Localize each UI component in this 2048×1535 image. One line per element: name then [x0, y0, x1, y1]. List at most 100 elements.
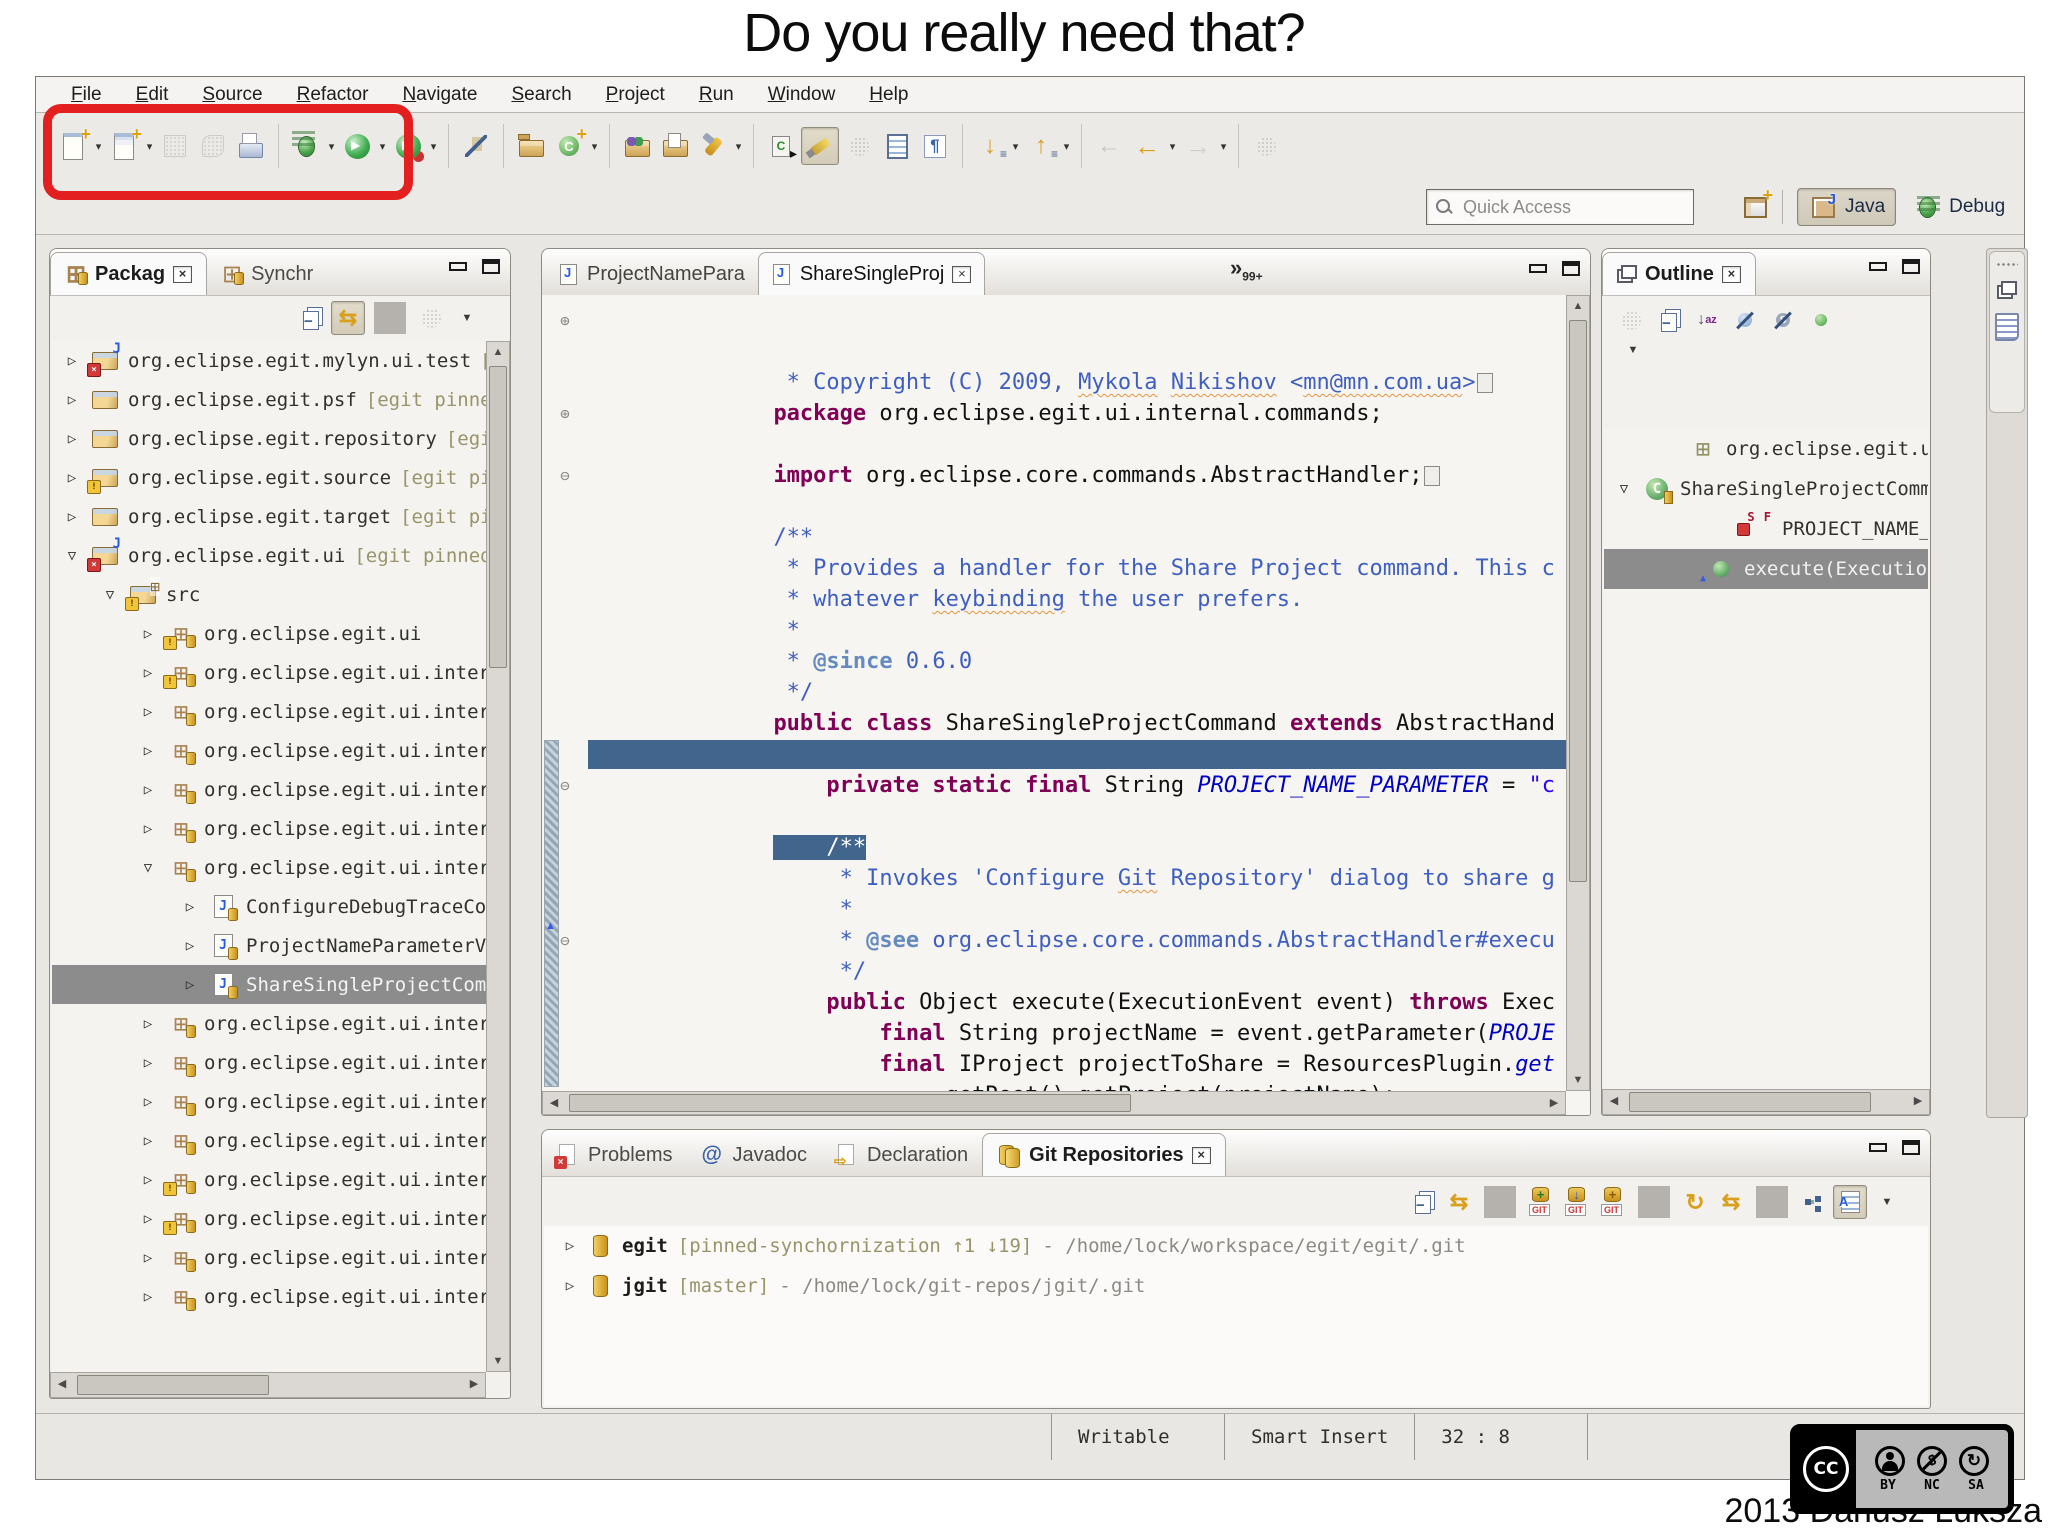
code-line[interactable]: ⊖ public Object execute(ExecutionEvent e… — [542, 925, 1566, 1015]
tree-item[interactable]: ▷ org.eclipse.egit.ui.internal.c — [52, 1160, 486, 1199]
code-line[interactable] — [542, 429, 1566, 460]
new-wizard-icon[interactable] — [106, 124, 142, 164]
scrollbar-thumb[interactable] — [489, 366, 507, 668]
open-resource-icon[interactable] — [657, 128, 693, 164]
tree-item[interactable]: ▷ org.eclipse.egit.ui.internal.l — [52, 731, 486, 770]
save-icon[interactable] — [157, 128, 193, 164]
editor-tab[interactable]: ShareSingleProj × — [757, 252, 986, 295]
tree-item[interactable]: ▷ org.eclipse.egit.ui.internal.l — [52, 770, 486, 809]
tree-item[interactable]: ▷ org.eclipse.egit.ui.internal.a — [52, 692, 486, 731]
view-menu-icon[interactable] — [1619, 338, 1647, 362]
collapse-all-icon[interactable] — [1407, 1186, 1439, 1218]
outline-item[interactable]: ▽ ShareSingleProjectComman — [1604, 469, 1928, 509]
tree-item[interactable]: ▷ org.eclipse.egit.ui.internal.t — [52, 1238, 486, 1277]
tree-item[interactable]: ▷ org.eclipse.egit.repository [egit pinn… — [52, 419, 486, 458]
separator[interactable] — [374, 302, 406, 334]
view-tab[interactable]: Declaration × — [821, 1134, 982, 1176]
vertical-scrollbar[interactable]: ▲ ▼ — [486, 341, 510, 1372]
debug-perspective-button[interactable]: Debug — [1902, 189, 2015, 225]
code-line[interactable]: final String projectName = event.getPara… — [542, 956, 1566, 1046]
maximize-icon[interactable] — [1902, 259, 1920, 274]
fold-marker-icon[interactable] — [542, 522, 588, 553]
show-whitespace-icon[interactable] — [917, 128, 953, 164]
code-line[interactable]: * Provides a handler for the Share Proje… — [542, 491, 1566, 581]
outline-item[interactable]: PROJECT_NAME_PARAMETE — [1604, 509, 1928, 549]
expand-arrow-icon[interactable]: ▷ — [180, 938, 200, 954]
hide-fields-icon[interactable] — [1729, 304, 1761, 336]
code-line[interactable]: ⊕ * Copyright (C) 2009, Mykola Nikishov … — [542, 305, 1566, 395]
commit-message-icon[interactable] — [1833, 1185, 1867, 1219]
fold-marker-icon[interactable]: ⊕ — [542, 305, 588, 336]
dropdown-caret-icon[interactable]: ▾ — [376, 140, 389, 153]
expand-arrow-icon[interactable]: ▷ — [62, 392, 82, 408]
fold-marker-icon[interactable] — [542, 336, 588, 367]
new-java-project-icon[interactable] — [513, 128, 549, 164]
hide-static-icon[interactable] — [1767, 304, 1799, 336]
tree-item[interactable]: ▷ org.eclipse.egit.ui — [52, 614, 486, 653]
fold-marker-icon[interactable] — [542, 708, 588, 739]
code-line[interactable]: IWorkbench workbench = HandlerUtil.getAc… — [542, 1049, 1566, 1080]
tree-item[interactable]: ▷ org.eclipse.egit.ui.internal.c — [52, 1004, 486, 1043]
tree-item[interactable]: ▷ org.eclipse.egit.psf [egit pinned-sync… — [52, 380, 486, 419]
editor-overflow-chevron[interactable]: »99+ — [1230, 255, 1263, 283]
open-type-icon[interactable] — [619, 128, 655, 164]
menu-item[interactable]: File — [56, 82, 117, 108]
view-tab[interactable]: Outline × — [1602, 252, 1756, 295]
last-edit-location-icon[interactable] — [1091, 128, 1127, 164]
fetch-push-icon[interactable] — [1715, 1186, 1747, 1218]
save-all-icon[interactable] — [195, 128, 231, 164]
expand-arrow-icon[interactable]: ▷ — [138, 704, 158, 720]
expand-arrow-icon[interactable]: ▷ — [138, 782, 158, 798]
menu-item[interactable]: Navigate — [387, 82, 492, 108]
expand-arrow-icon[interactable]: ▷ — [62, 509, 82, 525]
open-perspective-icon[interactable] — [1737, 185, 1773, 225]
editor-tab[interactable]: ProjectNamePara × — [546, 253, 758, 295]
breadcrumb-icon[interactable] — [763, 128, 799, 164]
show-source-icon[interactable] — [879, 128, 915, 164]
close-icon[interactable]: × — [173, 265, 193, 283]
drag-handle[interactable] — [1996, 262, 2018, 267]
close-icon[interactable]: × — [1191, 1146, 1211, 1164]
expand-arrow-icon[interactable]: ▷ — [138, 1055, 158, 1071]
horizontal-scrollbar[interactable]: ◀ ▶ — [542, 1091, 1566, 1115]
scroll-left-icon[interactable]: ◀ — [543, 1092, 565, 1114]
minimize-icon[interactable] — [1868, 1141, 1887, 1155]
fold-marker-icon[interactable] — [542, 553, 588, 584]
code-area[interactable]: ⊕ * Copyright (C) 2009, Mykola Nikishov … — [542, 305, 1566, 1091]
scroll-right-icon[interactable]: ▶ — [463, 1373, 485, 1397]
dropdown-caret-icon[interactable]: ▾ — [732, 140, 745, 153]
dropdown-caret-icon[interactable]: ▾ — [1060, 140, 1073, 153]
focus-icon[interactable] — [1615, 304, 1647, 336]
tree-item[interactable]: ▷ ProjectNameParameterValues — [52, 926, 486, 965]
expand-arrow-icon[interactable]: ▷ — [138, 1094, 158, 1110]
scroll-up-icon[interactable]: ▲ — [1567, 296, 1589, 316]
fold-marker-icon[interactable] — [542, 646, 588, 677]
expand-arrow-icon[interactable]: ▷ — [180, 899, 200, 915]
code-line[interactable]: ⊕ import org.eclipse.core.commands.Abstr… — [542, 398, 1566, 488]
scroll-left-icon[interactable]: ◀ — [51, 1373, 73, 1397]
view-tab[interactable]: Javadoc × — [686, 1134, 821, 1176]
expand-arrow-icon[interactable]: ▷ — [560, 1278, 580, 1294]
maximize-icon[interactable] — [482, 259, 500, 274]
tree-item[interactable]: ▷ org.eclipse.egit.source [egit pinned-s… — [52, 458, 486, 497]
fold-marker-icon[interactable] — [542, 956, 588, 987]
scroll-down-icon[interactable]: ▼ — [1567, 1070, 1589, 1090]
dropdown-caret-icon[interactable]: ▾ — [588, 140, 601, 153]
view-tab[interactable]: Synchr × — [207, 253, 327, 295]
minimize-icon[interactable] — [448, 260, 467, 274]
expand-arrow-icon[interactable]: ▷ — [138, 821, 158, 837]
menu-item[interactable]: Source — [187, 82, 277, 108]
code-line[interactable]: package org.eclipse.egit.ui.internal.com… — [542, 336, 1566, 426]
fold-marker-icon[interactable] — [542, 584, 588, 615]
expand-arrow-icon[interactable]: ▷ — [180, 977, 200, 993]
outline-item[interactable]: execute(ExecutionEven — [1604, 549, 1928, 589]
view-menu-icon[interactable] — [1871, 1186, 1903, 1218]
mark-occurrences-icon[interactable] — [801, 127, 839, 165]
tree-item[interactable]: ▽ org.eclipse.egit.ui.internal.c — [52, 848, 486, 887]
scrollbar-thumb[interactable] — [77, 1375, 269, 1395]
code-line[interactable]: */ — [542, 894, 1566, 984]
fold-marker-icon[interactable]: ⊕ — [542, 398, 588, 429]
code-line[interactable]: * @see org.eclipse.core.commands.Abstrac… — [542, 863, 1566, 953]
outline-item[interactable]: org.eclipse.egit.ui.inte — [1604, 429, 1928, 469]
pin-editor-icon[interactable] — [1248, 128, 1284, 164]
